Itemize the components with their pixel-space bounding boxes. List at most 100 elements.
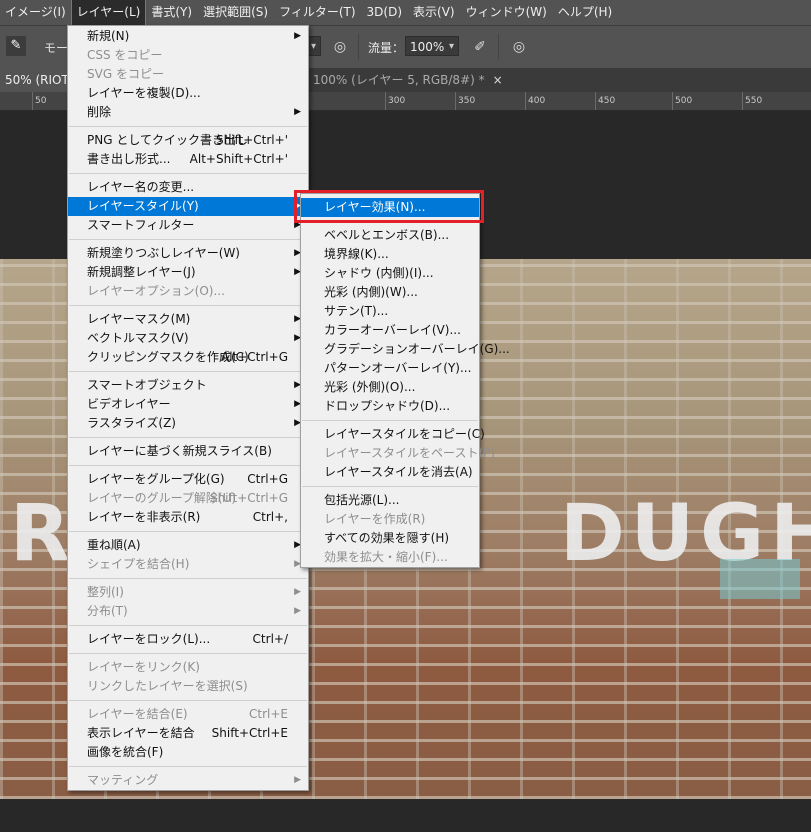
menu-item[interactable]: スマートオブジェクト ▶ [68,376,308,395]
flow-value: 100% [410,40,445,54]
menu-item[interactable]: ベクトルマスク(V) ▶ [68,329,308,348]
menu-separator [69,126,307,127]
ruler-tick: 350 [458,96,476,106]
menu-item[interactable]: レイヤーをロック(L)... Ctrl+/ [68,630,308,649]
menu-item[interactable]: ビデオレイヤー ▶ [68,395,308,414]
menu-item[interactable]: レイヤースタイルを消去(A) [301,463,479,482]
pressure-opacity-icon[interactable]: ◎ [331,38,349,56]
menu-item[interactable]: 新規塗りつぶしレイヤー(W) ▶ [68,244,308,263]
document-tab[interactable]: 100% (レイヤー 5, RGB/8#) * × [313,68,503,92]
menu-item-label: レイヤーマスク(M) [87,312,191,326]
opacity-dropdown[interactable]: ▾ [307,36,321,56]
menu-item-label: 新規調整レイヤー(J) [87,265,196,279]
document-tab-label: 100% (レイヤー 5, RGB/8#) * [313,73,485,87]
menu-separator [69,653,307,654]
flow-input[interactable]: 100% ▾ [405,36,459,56]
menubar-item[interactable]: レイヤー(L) [70,0,147,26]
document-tab[interactable]: 50% (RIOT P [0,68,71,92]
submenu-arrow-icon: ▶ [294,107,301,117]
menu-item-shortcut: Ctrl+E [249,707,288,721]
menu-item-label: 画像を統合(F) [87,745,164,759]
menu-item[interactable]: 光彩 (内側)(W)... [301,283,479,302]
menu-item-label: すべての効果を隠す(H) [324,531,450,545]
menu-item-label: レイヤーを非表示(R) [87,510,201,524]
menubar-item[interactable]: 3D(D) [362,0,407,25]
menubar-item[interactable]: ウィンドウ(W) [461,0,552,25]
menu-item-label: リンクしたレイヤーを選択(S) [87,679,248,693]
menu-item-label: 書き出し形式... [87,152,171,166]
close-icon[interactable]: × [493,73,503,87]
menubar-item[interactable]: ヘルプ(H) [553,0,617,25]
menu-item[interactable]: 光彩 (外側)(O)... [301,378,479,397]
menu-item-label: レイヤースタイルをコピー(C) [324,427,485,441]
menu-item-label: レイヤースタイル(Y) [87,199,199,213]
menubar-item[interactable]: フィルター(T) [274,0,360,25]
menu-item[interactable]: ラスタライズ(Z) ▶ [68,414,308,433]
menu-item[interactable]: レイヤー名の変更... [68,178,308,197]
menu-item-shortcut: Alt+Ctrl+G [220,350,288,364]
menu-item[interactable]: 境界線(K)... [301,245,479,264]
menu-item[interactable]: 重ね順(A) ▶ [68,536,308,555]
menu-item[interactable]: ドロップシャドウ(D)... [301,397,479,416]
menu-item[interactable]: PNG としてクイック書き出し Shift+Ctrl+' [68,131,308,150]
menu-item[interactable]: レイヤーマスク(M) ▶ [68,310,308,329]
menu-item[interactable]: 画像を統合(F) [68,743,308,762]
menubar-item[interactable]: イメージ(I) [0,0,71,25]
menu-item[interactable]: ベベルとエンボス(B)... [301,226,479,245]
ruler-tick: 450 [598,96,616,106]
menu-item[interactable]: レイヤーを非表示(R) Ctrl+, [68,508,308,527]
submenu-arrow-icon: ▶ [294,587,301,597]
separator [358,34,359,60]
menu-item[interactable]: 新規調整レイヤー(J) ▶ [68,263,308,282]
menu-separator [69,578,307,579]
menu-item-label: 境界線(K)... [324,247,389,261]
menu-item[interactable]: 表示レイヤーを結合 Shift+Ctrl+E [68,724,308,743]
menu-item[interactable]: レイヤーを複製(D)... [68,84,308,103]
menu-item[interactable]: レイヤーをグループ化(G) Ctrl+G [68,470,308,489]
menu-item-label: 新規(N) [87,29,130,43]
menu-item[interactable]: レイヤーに基づく新規スライス(B) [68,442,308,461]
menu-item[interactable]: パターンオーバーレイ(Y)... [301,359,479,378]
menubar-item[interactable]: 表示(V) [408,0,460,25]
menu-item[interactable]: 書き出し形式... Alt+Shift+Ctrl+' [68,150,308,169]
ruler-tick: 400 [528,96,546,106]
menu-item-label: レイヤースタイルをペースト(P) [324,446,496,460]
menu-item[interactable]: シャドウ (内側)(I)... [301,264,479,283]
menu-item-label: グラデーションオーバーレイ(G)... [324,342,510,356]
menu-item-label: シャドウ (内側)(I)... [324,266,434,280]
brush-tool-icon[interactable]: ✎ [6,36,26,56]
teal-paint-patch [720,559,800,599]
menu-item-label: レイヤー名の変更... [87,180,195,194]
layer-menu: 新規(N) ▶ CSS をコピー SVG をコピー レイヤーを複製(D)... 削除 ▶ PN… [67,25,309,791]
menu-separator [69,531,307,532]
annotation-highlight-box [294,190,484,223]
menu-item-shortcut: Shift+Ctrl+' [215,133,288,147]
menu-item[interactable]: すべての効果を隠す(H) [301,529,479,548]
menu-item: レイヤーのグループ解除(U) Shift+Ctrl+G [68,489,308,508]
menubar-item[interactable]: 選択範囲(S) [198,0,273,25]
pressure-size-icon[interactable]: ◎ [510,38,528,56]
separator [498,34,499,60]
menu-separator [69,700,307,701]
menu-item-shortcut: Shift+Ctrl+G [209,491,288,505]
menu-item-label: パターンオーバーレイ(Y)... [324,361,472,375]
menu-item[interactable]: 削除 ▶ [68,103,308,122]
menu-item-label: レイヤーをリンク(K) [87,660,200,674]
menu-item[interactable]: レイヤースタイルをコピー(C) [301,425,485,444]
menu-item-label: マッティング [87,773,159,787]
airbrush-icon[interactable]: ✐ [471,38,489,56]
menu-item[interactable]: カラーオーバーレイ(V)... [301,321,479,340]
menu-item[interactable]: レイヤースタイル(Y) ▶ [68,197,308,216]
menu-item[interactable]: 新規(N) ▶ [68,27,308,46]
menubar-item[interactable]: 書式(Y) [146,0,197,25]
menu-item[interactable]: グラデーションオーバーレイ(G)... [301,340,510,359]
menu-item: シェイプを結合(H) ▶ [68,555,308,574]
menu-item[interactable]: 包括光源(L)... [301,491,479,510]
menu-item-label: シェイプを結合(H) [87,557,190,571]
menu-item-shortcut: Alt+Shift+Ctrl+' [189,152,288,166]
menu-item[interactable]: クリッピングマスクを作成(C) Alt+Ctrl+G [68,348,308,367]
menu-item-label: スマートオブジェクト [87,378,207,392]
menu-item: CSS をコピー [68,46,308,65]
menu-item[interactable]: スマートフィルター ▶ [68,216,308,235]
menu-item[interactable]: サテン(T)... [301,302,479,321]
